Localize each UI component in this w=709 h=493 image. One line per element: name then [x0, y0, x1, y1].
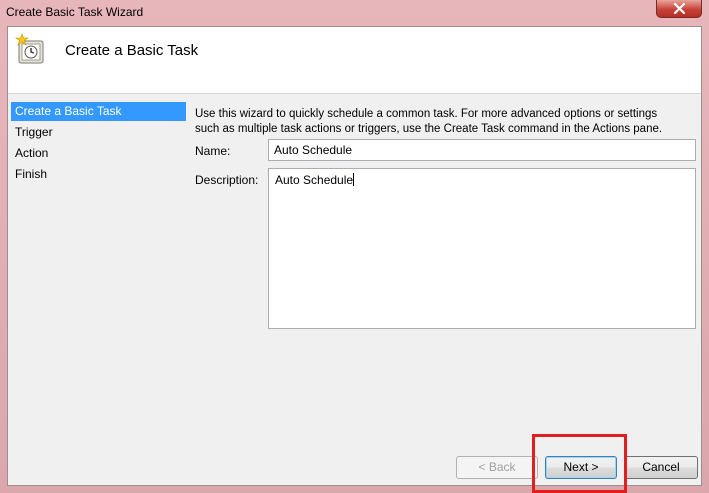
- close-button[interactable]: [656, 0, 702, 18]
- wizard-intro-text: Use this wizard to quickly schedule a co…: [195, 107, 695, 137]
- description-field-value: Auto Schedule: [275, 173, 354, 187]
- window-title: Create Basic Task Wizard: [6, 5, 144, 19]
- wizard-steps-list: Create a Basic Task Trigger Action Finis…: [11, 102, 186, 186]
- description-label: Description:: [195, 173, 259, 187]
- name-label: Name:: [195, 144, 231, 158]
- description-field[interactable]: Auto Schedule: [268, 168, 696, 329]
- cancel-button[interactable]: Cancel: [624, 456, 698, 479]
- name-field-value: Auto Schedule: [274, 143, 353, 157]
- text-caret: [353, 173, 355, 186]
- back-button[interactable]: < Back: [456, 456, 538, 479]
- step-trigger[interactable]: Trigger: [11, 123, 186, 142]
- next-button-highlight-box: [532, 434, 627, 493]
- name-field[interactable]: Auto Schedule: [268, 139, 696, 161]
- step-action[interactable]: Action: [11, 144, 186, 163]
- page-title: Create a Basic Task: [65, 42, 199, 59]
- task-scheduler-clock-icon: [14, 33, 48, 70]
- step-finish[interactable]: Finish: [11, 165, 186, 184]
- wizard-client-area: Create a Basic Task Create a Basic Task …: [7, 26, 702, 486]
- wizard-window: Create Basic Task Wizard Create a Basic …: [0, 0, 709, 493]
- wizard-header: Create a Basic Task: [8, 27, 701, 94]
- step-create-basic-task[interactable]: Create a Basic Task: [11, 102, 186, 121]
- intro-line-1: Use this wizard to quickly schedule a co…: [195, 108, 658, 120]
- close-icon: [673, 3, 686, 14]
- intro-line-2: such as multiple task actions or trigger…: [195, 123, 663, 135]
- title-bar[interactable]: Create Basic Task Wizard: [0, 0, 709, 26]
